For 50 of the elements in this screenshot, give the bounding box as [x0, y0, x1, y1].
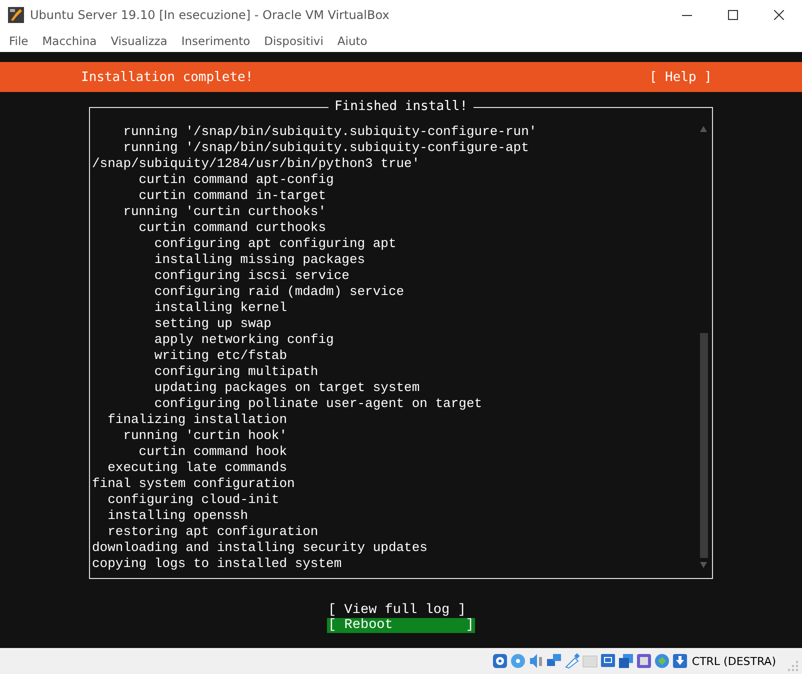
- menu-item[interactable]: Inserimento: [174, 34, 258, 48]
- scroll-down-icon[interactable]: [700, 562, 707, 568]
- view-log-button[interactable]: [ View full log ]: [327, 603, 475, 618]
- reboot-button[interactable]: [ Reboot ]: [327, 618, 475, 633]
- log-line: installing kernel: [153, 300, 288, 316]
- help-button[interactable]: [ Help ]: [649, 70, 712, 84]
- menu-item[interactable]: File: [2, 34, 36, 48]
- log-line: configuring pollinate user-agent on target: [153, 396, 484, 412]
- log-line: restoring apt configuration: [106, 524, 320, 540]
- log-line: apply networking config: [153, 332, 335, 348]
- log-line: downloading and installing security updates: [92, 540, 428, 556]
- log-line: configuring multipath: [153, 364, 320, 380]
- log-line: finalizing installation: [106, 412, 288, 428]
- menu-item[interactable]: Macchina: [35, 34, 104, 48]
- log-line: updating packages on target system: [153, 380, 421, 396]
- log-line: curtin command apt-config: [138, 172, 335, 188]
- scrollbar-thumb[interactable]: [700, 333, 708, 558]
- log-line: setting up swap: [153, 316, 272, 332]
- audio-icon[interactable]: [528, 653, 544, 669]
- resize-grip-icon[interactable]: [788, 661, 798, 671]
- log-line: running 'curtin hook': [122, 428, 288, 444]
- log-line: running 'curtin curthooks': [122, 204, 328, 220]
- log-line: running '/snap/bin/subiquity.subiquity-configure-run': [122, 124, 538, 140]
- log-line: configuring cloud-init: [106, 492, 280, 508]
- menu-item[interactable]: Aiuto: [330, 34, 374, 48]
- log-line: curtin command curthooks: [138, 220, 328, 236]
- close-icon: [774, 10, 784, 20]
- log-line: final system configuration: [92, 476, 296, 492]
- log-line: /snap/subiquity/1284/usr/bin/python3 true': [92, 156, 421, 172]
- menu-item[interactable]: Visualizza: [104, 34, 174, 48]
- scroll-up-icon[interactable]: [700, 126, 707, 132]
- log-line: curtin command hook: [138, 444, 288, 460]
- display-icon[interactable]: [600, 653, 616, 669]
- header-title: Installation complete!: [81, 70, 254, 84]
- log-line: configuring apt configuring apt: [153, 236, 398, 252]
- log-line: writing etc/fstab: [153, 348, 288, 364]
- log-line: curtin command in-target: [138, 188, 328, 204]
- app-icon: [8, 7, 24, 23]
- host-key-label: CTRL (DESTRA): [692, 654, 776, 668]
- maximize-icon: [728, 10, 738, 20]
- log-line: configuring iscsi service: [153, 268, 350, 284]
- log-line: installing missing packages: [153, 252, 366, 268]
- log-line: running '/snap/bin/subiquity.subiquity-configure-apt: [122, 140, 530, 156]
- cd-icon[interactable]: [510, 653, 526, 669]
- log-line: copying logs to installed system: [92, 556, 343, 572]
- log-line: installing openssh: [106, 508, 250, 524]
- menu-item[interactable]: Dispositivi: [257, 34, 330, 48]
- window-title: Ubuntu Server 19.10 [In esecuzione] - Oracle VM VirtualBox: [30, 8, 390, 22]
- log-line: executing late commands: [106, 460, 288, 476]
- log-line: configuring raid (mdadm) service: [153, 284, 406, 300]
